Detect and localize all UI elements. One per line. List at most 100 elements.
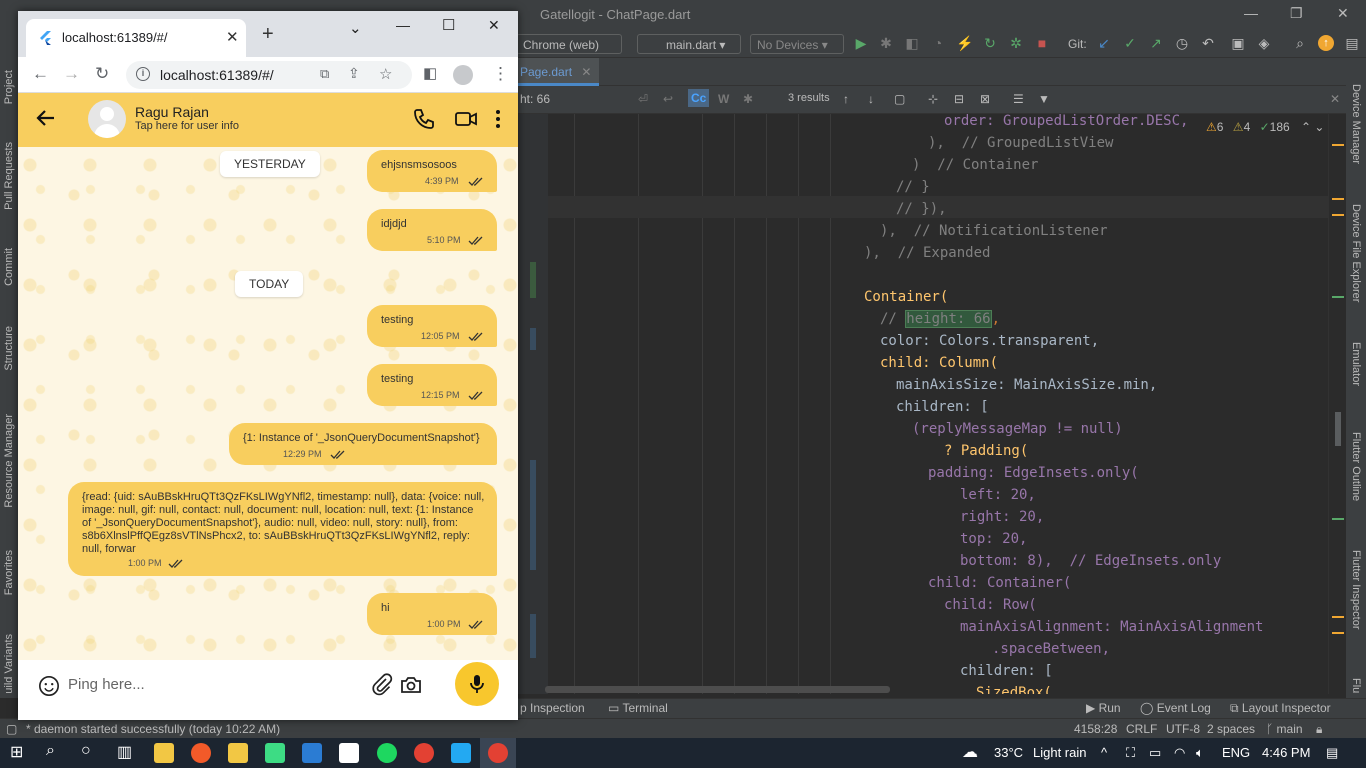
no-devices-selector[interactable]: No Devices ▾ [750, 34, 844, 54]
vscode-icon[interactable] [451, 743, 471, 763]
back-arrow-icon[interactable] [34, 106, 58, 130]
match-case-toggle[interactable]: Cc [688, 89, 710, 107]
indent-setting[interactable]: 2 spaces [1207, 722, 1255, 736]
add-occurrence-icon[interactable]: ⊹ [928, 92, 938, 106]
side-panel-icon[interactable]: ◧ [423, 64, 437, 82]
git-branch[interactable]: ᚴ main [1266, 722, 1303, 736]
voice-record-button[interactable] [455, 662, 499, 706]
weather-desc[interactable]: Light rain [1033, 745, 1086, 760]
hot-reload-icon[interactable]: ⚡ [956, 35, 973, 51]
find-next-icon[interactable]: ↓ [868, 92, 874, 106]
find-newline-icon[interactable]: ⏎ [638, 92, 648, 106]
start-icon[interactable]: ⊞ [10, 742, 23, 762]
find-input[interactable]: ht: 66 [520, 92, 550, 106]
find-in-selection-icon[interactable]: ▢ [894, 92, 905, 106]
address-bar[interactable]: i localhost:61389/#/ ⧉ ⇪ ☆ [126, 61, 412, 89]
phone-call-icon[interactable] [412, 107, 436, 131]
git-update-icon[interactable]: ↙ [1096, 35, 1112, 51]
weather-temp[interactable]: 33°C [994, 745, 1023, 760]
notifications-icon[interactable]: ▤ [1326, 745, 1338, 761]
device-selector[interactable]: Chrome (web) [516, 34, 622, 54]
ide-menu-icon[interactable]: ▤ [1344, 35, 1360, 51]
bookmark-star-icon[interactable]: ☆ [379, 65, 392, 83]
message-list[interactable]: YESTERDAY ehjsnsmsosoos 4:39 PM idjdjd 5… [18, 147, 518, 660]
filter-icon[interactable]: ▼ [1038, 92, 1050, 106]
android-studio-icon[interactable] [265, 743, 285, 763]
browser-maximize-button[interactable]: ☐ [442, 16, 455, 34]
line-separator[interactable]: CRLF [1126, 722, 1157, 736]
emoji-icon[interactable] [38, 675, 60, 697]
camera-icon[interactable] [399, 673, 423, 697]
message-bubble[interactable]: hi 1:00 PM [367, 593, 497, 635]
forward-icon[interactable]: → [63, 64, 80, 84]
language-indicator[interactable]: ENG [1222, 745, 1250, 760]
user-avatar[interactable] [88, 100, 126, 138]
git-commit-icon[interactable]: ✓ [1122, 35, 1138, 51]
blocked-popup-icon[interactable]: ⧉ [320, 66, 329, 82]
build-variants-tool[interactable]: uild Variants [3, 634, 15, 694]
browser-tab[interactable]: localhost:61389/#/ ✕ [26, 19, 246, 57]
new-tab-icon[interactable]: + [262, 23, 274, 46]
chrome-icon[interactable] [414, 743, 434, 763]
back-icon[interactable]: ← [32, 64, 49, 84]
favorites-tool[interactable]: Favorites [3, 550, 15, 595]
network-icon[interactable]: ⛶ [1126, 745, 1135, 761]
words-toggle[interactable]: W [718, 92, 729, 106]
terminal-tool[interactable]: ▭ Terminal [608, 701, 668, 715]
search-everywhere-icon[interactable]: ⌕ [1292, 35, 1308, 51]
status-panel-icon[interactable]: ▢ [6, 722, 17, 736]
code-editor[interactable]: order: GroupedListOrder.DESC, ), // Grou… [548, 114, 1328, 694]
editor-horizontal-scrollbar[interactable] [545, 686, 890, 693]
git-history-icon[interactable]: ◷ [1174, 35, 1190, 51]
coverage-icon[interactable]: ◧ [904, 35, 920, 51]
debug-icon[interactable]: ✱ [878, 35, 894, 51]
battery-icon[interactable]: ▭ [1149, 745, 1161, 761]
regex-toggle[interactable]: ✱ [743, 92, 753, 106]
commit-tool[interactable]: Commit [3, 248, 15, 286]
structure-tool[interactable]: Structure [3, 326, 15, 371]
ide-minimize-button[interactable]: — [1244, 5, 1258, 21]
contact-info-hint[interactable]: Tap here for user info [135, 120, 239, 132]
browser-menu-icon[interactable]: ⋮ [492, 64, 509, 84]
file-encoding[interactable]: UTF-8 [1166, 722, 1200, 736]
pull-requests-tool[interactable]: Pull Requests [3, 142, 15, 210]
cortana-icon[interactable]: ○ [81, 742, 91, 760]
editor-tab-chatpage[interactable]: Page.dart ✕ [518, 58, 600, 86]
message-bubble[interactable]: idjdjd 5:10 PM [367, 209, 497, 251]
reload-icon[interactable]: ↻ [95, 64, 109, 84]
tab-search-icon[interactable]: ⌄ [349, 19, 362, 37]
brave-icon[interactable] [191, 743, 211, 763]
flutter-inspector-tool[interactable]: Flutter Inspector [1350, 550, 1362, 629]
resource-manager-tool[interactable]: Resource Manager [3, 414, 15, 508]
remove-occurrence-icon[interactable]: ⊟ [954, 92, 964, 106]
task-view-icon[interactable]: ▥ [117, 742, 132, 762]
run-tool[interactable]: ▶ Run [1086, 701, 1121, 715]
message-bubble[interactable]: ehjsnsmsosoos 4:39 PM [367, 150, 497, 192]
flutter-outline-tool[interactable]: Flutter Outline [1350, 432, 1362, 501]
layout-inspector-tool[interactable]: ⧉ Layout Inspector [1230, 701, 1331, 716]
spotify-icon[interactable] [377, 743, 397, 763]
share-icon[interactable]: ⇪ [348, 65, 360, 82]
run-config-selector[interactable]: main.dart ▾ [637, 34, 741, 54]
weather-icon[interactable]: ☁ [962, 742, 978, 762]
project-tool[interactable]: Project [3, 70, 15, 104]
select-all-occurrences-icon[interactable]: ⊠ [980, 92, 990, 106]
message-bubble[interactable]: {read: {uid: sAuBBskHruQTt3QzFKsLIWgYNfl… [68, 482, 497, 576]
browser-minimize-button[interactable]: — [396, 17, 410, 33]
event-log-tool[interactable]: ◯ Event Log [1140, 701, 1211, 715]
tab-close-icon[interactable]: ✕ [581, 65, 591, 79]
find-close-icon[interactable]: ✕ [1330, 92, 1340, 106]
filter-options-icon[interactable]: ☰ [1013, 92, 1024, 106]
device-file-explorer-tool[interactable]: Device File Explorer [1350, 204, 1362, 302]
clock[interactable]: 4:46 PM [1262, 745, 1310, 760]
stop-icon[interactable]: ■ [1034, 35, 1050, 51]
url-text[interactable]: localhost:61389/#/ [160, 67, 274, 83]
message-bubble[interactable]: testing 12:15 PM [367, 364, 497, 406]
tray-chevron-icon[interactable]: ^ [1101, 745, 1107, 760]
ide-close-button[interactable]: ✕ [1337, 5, 1349, 22]
mail-icon[interactable] [302, 743, 322, 763]
attachment-icon[interactable] [370, 673, 394, 697]
profile-icon[interactable]: ◔ [930, 35, 946, 51]
volume-icon[interactable]: 🔈︎ [1196, 745, 1204, 761]
updates-icon[interactable]: ↑ [1318, 35, 1334, 51]
